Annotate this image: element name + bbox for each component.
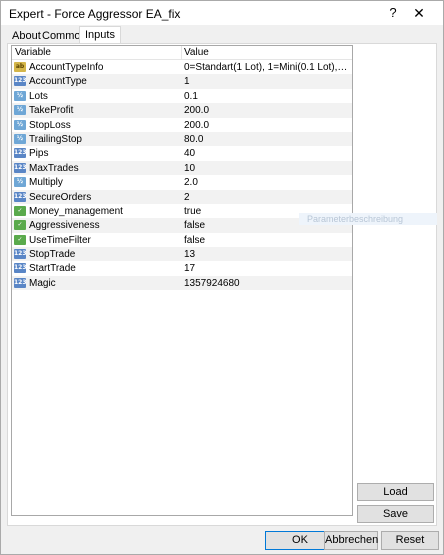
variable-value[interactable]: 200.0 (184, 105, 350, 116)
variable-value[interactable]: 1 (184, 76, 350, 87)
load-button[interactable]: Load (357, 483, 434, 501)
variable-value[interactable]: 200.0 (184, 120, 350, 131)
string-icon: ab (14, 62, 26, 72)
boolean-icon: ✓ (14, 205, 26, 216)
close-icon[interactable]: ✕ (404, 1, 434, 25)
table-row[interactable]: 123 StopTrade 13 (12, 247, 352, 262)
integer-icon: 123 (14, 277, 26, 288)
table-row[interactable]: 123 Magic 1357924680 (12, 275, 352, 291)
reset-button[interactable]: Reset (381, 531, 439, 550)
variable-name: AccountType (29, 76, 87, 88)
table-row[interactable]: ½ StopLoss 200.0 (12, 118, 352, 132)
variable-value[interactable]: 0=Standart(1 Lot), 1=Mini(0.1 Lot), 2=Mi… (184, 62, 350, 73)
integer-icon: 123 (14, 191, 26, 202)
variable-name: Money_management (29, 205, 123, 217)
integer-icon: 123 (14, 162, 26, 173)
column-header-variable[interactable]: Variable (15, 47, 51, 58)
window-title: Expert - Force Aggressor EA_fix (9, 7, 181, 21)
variable-value[interactable]: 2 (184, 192, 350, 203)
cancel-button[interactable]: Abbrechen (324, 531, 378, 550)
variable-value[interactable]: 17 (184, 263, 350, 274)
table-row[interactable]: ½ TakeProfit 200.0 (12, 103, 352, 118)
table-row[interactable]: 123 SecureOrders 2 (12, 189, 352, 204)
variable-name: StopLoss (29, 119, 71, 131)
variable-name: TrailingStop (29, 133, 82, 145)
variable-name: Aggressiveness (29, 220, 100, 232)
double-icon: ½ (14, 90, 26, 101)
variable-name: SecureOrders (29, 191, 92, 203)
variable-name: TakeProfit (29, 105, 74, 117)
boolean-icon: ✓ (14, 220, 26, 231)
variable-name: Pips (29, 148, 49, 160)
title-bar: Expert - Force Aggressor EA_fix ? ✕ (1, 1, 443, 25)
integer-icon: 123 (14, 249, 26, 260)
variable-value[interactable]: false (184, 235, 350, 246)
variable-name: UseTimeFilter (29, 234, 91, 246)
help-icon[interactable]: ? (385, 5, 401, 21)
table-row[interactable]: ab AccountTypeInfo 0=Standart(1 Lot), 1=Mi… (12, 60, 352, 74)
table-row[interactable]: 123 Pips 40 (12, 146, 352, 160)
table-body: ab AccountTypeInfo 0=Standart(1 Lot), 1=Mi… (12, 60, 352, 291)
save-button[interactable]: Save (357, 505, 434, 523)
table-row[interactable]: ½ Lots 0.1 (12, 89, 352, 103)
column-header-value[interactable]: Value (184, 47, 209, 58)
expert-dialog: Expert - Force Aggressor EA_fix ? ✕ Abou… (0, 0, 444, 555)
variable-name: StartTrade (29, 263, 76, 275)
integer-icon: 123 (14, 263, 26, 274)
integer-icon: 123 (14, 148, 26, 159)
table-row[interactable]: 123 AccountType 1 (12, 74, 352, 89)
variable-value[interactable]: 40 (184, 148, 350, 159)
variable-name: Magic (29, 277, 56, 289)
variable-value[interactable]: 0.1 (184, 91, 350, 102)
double-icon: ½ (14, 105, 26, 116)
table-row[interactable]: ✓ UseTimeFilter false (12, 233, 352, 247)
table-header: Variable Value (12, 46, 352, 60)
variable-value[interactable]: 1357924680 (184, 278, 350, 289)
variable-value[interactable]: 13 (184, 249, 350, 260)
integer-icon: 123 (14, 76, 26, 87)
variable-name: Lots (29, 90, 48, 102)
variable-value[interactable]: 10 (184, 163, 350, 174)
variable-name: StopTrade (29, 249, 76, 261)
double-icon: ½ (14, 133, 26, 144)
variable-name: Multiply (29, 177, 63, 189)
inputs-table: Variable Value ab AccountTypeInfo 0=Standa… (11, 45, 353, 516)
variable-name: MaxTrades (29, 162, 79, 174)
variable-name: AccountTypeInfo (29, 62, 104, 73)
variable-value[interactable]: 80.0 (184, 134, 350, 145)
table-row[interactable]: 123 MaxTrades 10 (12, 160, 352, 176)
table-row[interactable]: 123 StartTrade 17 (12, 261, 352, 275)
faint-tooltip: Parameterbeschreibung (299, 213, 437, 225)
table-row[interactable]: ½ Multiply 2.0 (12, 175, 352, 189)
column-separator[interactable] (181, 46, 182, 60)
table-row[interactable]: ½ TrailingStop 80.0 (12, 131, 352, 147)
double-icon: ½ (14, 119, 26, 130)
double-icon: ½ (14, 177, 26, 188)
boolean-icon: ✓ (14, 234, 26, 245)
variable-value[interactable]: 2.0 (184, 177, 350, 188)
